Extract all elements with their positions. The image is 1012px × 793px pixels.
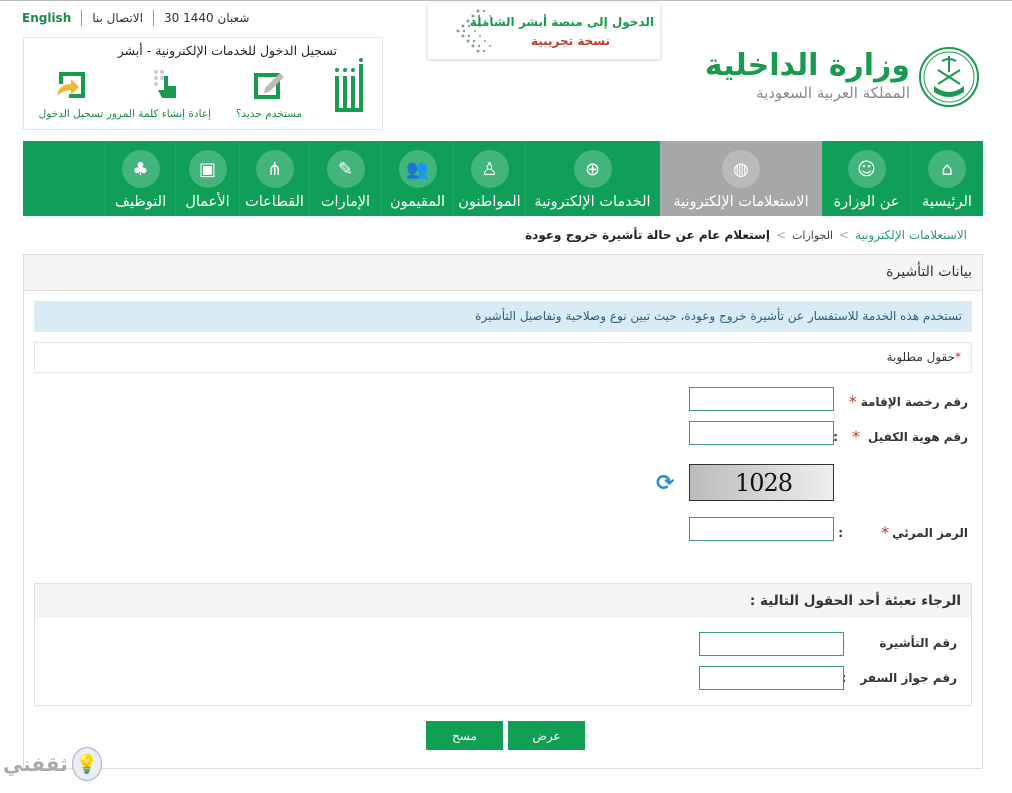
nav-label: الاستعلامات الإلكترونية xyxy=(673,194,809,210)
reset-password-link[interactable]: إعادة إنشاء كلمة المرور xyxy=(106,68,211,120)
show-button[interactable]: عرض xyxy=(508,721,585,750)
contact-link[interactable]: الاتصال بنا xyxy=(92,11,143,25)
sectors-icon: ⋔ xyxy=(255,150,294,188)
absher-platform-banner[interactable]: الدخول إلى منصة أبشر الشاملة نسخة تجريبي… xyxy=(428,3,660,59)
nav-label: المواطنون xyxy=(458,194,521,210)
new-user-label: مستخدم جديد؟ xyxy=(235,108,303,120)
divider xyxy=(81,10,83,26)
required-star: * xyxy=(955,350,961,364)
citizen-icon: ♙ xyxy=(470,150,509,188)
nav-e-services[interactable]: ⊕ الخدمات الإلكترونية xyxy=(525,141,659,216)
captcha-label: الرمز المرئي xyxy=(892,525,968,540)
nav-label: عن الوزارة xyxy=(833,194,900,210)
nav-about[interactable]: ☺ عن الوزارة xyxy=(822,141,910,216)
absher-login-box: تسجيل الدخول للخدمات الإلكترونية - أبشر … xyxy=(23,37,383,130)
required-star: * xyxy=(848,392,857,411)
optional-fields-panel: الرجاء تعبئة أحد الحقول التالية : رقم ال… xyxy=(34,583,972,706)
absher-logo-icon xyxy=(335,58,363,112)
chevron-dots-icon xyxy=(456,9,491,53)
info-alert: تستخدم هذه الخدمة للاستفسار عن تأشيرة خر… xyxy=(34,301,972,332)
edit-icon xyxy=(254,73,284,99)
breadcrumb-current: إستعلام عام عن حالة تأشيرة خروج وعودة xyxy=(525,228,770,242)
globe-icon: ⊕ xyxy=(573,150,612,188)
sponsor-id-label: رقم هوية الكفيل xyxy=(867,429,968,444)
iqama-label: رقم رخصة الإقامة xyxy=(860,394,968,409)
nav-emirates[interactable]: ✎ الإمارات xyxy=(309,141,381,216)
emblem-icon: ☺ xyxy=(847,150,886,188)
breadcrumb: الاستعلامات الإلكترونية > الجوازات > إست… xyxy=(525,228,967,242)
nav-label: الإمارات xyxy=(320,194,371,210)
passport-number-input[interactable] xyxy=(699,666,844,690)
breadcrumb-separator: > xyxy=(776,228,787,242)
new-user-link[interactable]: مستخدم جديد؟ xyxy=(224,68,314,120)
login-link[interactable]: تسجيل الدخول xyxy=(26,68,116,120)
visa-number-input[interactable] xyxy=(699,632,844,656)
captcha-image: 1028 xyxy=(689,464,834,501)
nav-label: القطاعات xyxy=(245,194,304,210)
nav-label: التوظيف xyxy=(114,194,167,210)
residents-icon: 👥 xyxy=(398,150,437,188)
nav-employment[interactable]: ♣ التوظيف xyxy=(105,141,175,216)
required-star: * xyxy=(881,523,890,542)
iqama-input[interactable] xyxy=(689,387,834,411)
captcha-input[interactable] xyxy=(689,517,834,541)
clear-button[interactable]: مسح xyxy=(426,721,503,750)
ministry-logo[interactable]: وزارة الداخلية المملكة العربية السعودية xyxy=(705,46,980,108)
visa-number-label-row: رقم التأشيرة : xyxy=(841,636,957,650)
nav-e-inquiries[interactable]: ◍ الاستعلامات الإلكترونية xyxy=(659,141,822,216)
absher-title: تسجيل الدخول للخدمات الإلكترونية - أبشر xyxy=(117,43,337,58)
country-name: المملكة العربية السعودية xyxy=(756,84,910,102)
breadcrumb-separator: > xyxy=(839,228,850,242)
nav-sectors[interactable]: ⋔ القطاعات xyxy=(239,141,309,216)
sponsor-id-input[interactable] xyxy=(689,421,834,445)
visa-number-label: رقم التأشيرة xyxy=(879,636,957,650)
passport-number-label-row: رقم جواز السفر : xyxy=(842,671,957,685)
globe-cursor-icon: ◍ xyxy=(722,150,760,188)
nav-residents[interactable]: 👥 المقيمون xyxy=(381,141,453,216)
breadcrumb-passports[interactable]: الجوازات xyxy=(792,229,833,242)
lightbulb-icon: 💡 xyxy=(71,747,102,781)
login-icon xyxy=(57,72,85,98)
home-icon: ⌂ xyxy=(928,150,966,188)
login-label: تسجيل الدخول xyxy=(38,108,104,120)
optional-fields-title: الرجاء تعبئة أحد الحقول التالية : xyxy=(35,584,971,618)
ministry-name: وزارة الداخلية xyxy=(704,48,910,83)
refresh-captcha-icon[interactable]: ⟳ xyxy=(656,471,674,496)
top-links: English الاتصال بنا 30 شعبان 1440 xyxy=(22,10,249,26)
watermark-text: ثقفني xyxy=(3,752,68,776)
visa-form-panel: بيانات التأشيرة تستخدم هذه الخدمة للاستف… xyxy=(23,254,983,769)
required-note-text: حقول مطلوبة xyxy=(886,350,955,364)
panel-title: بيانات التأشيرة xyxy=(24,255,982,291)
passport-number-label: رقم جواز السفر xyxy=(860,671,957,685)
divider xyxy=(152,10,154,26)
captcha-label-row: الرمز المرئي * : xyxy=(838,523,968,542)
nav-citizens[interactable]: ♙ المواطنون xyxy=(453,141,525,216)
employment-icon: ♣ xyxy=(121,150,160,188)
hijri-date: 30 شعبان 1440 xyxy=(163,11,250,25)
nav-business[interactable]: ▣ الأعمال xyxy=(175,141,239,216)
main-nav: ⌂ الرئيسية ☺ عن الوزارة ◍ الاستعلامات ال… xyxy=(23,141,983,216)
emirates-icon: ✎ xyxy=(326,150,365,188)
iqama-label-row: رقم رخصة الإقامة * : xyxy=(830,392,968,411)
touch-keypad-icon xyxy=(154,70,176,98)
saudi-emblem-icon xyxy=(919,47,979,107)
banner-line1: الدخول إلى منصة أبشر الشاملة xyxy=(469,15,654,29)
reset-password-label: إعادة إنشاء كلمة المرور xyxy=(106,108,211,120)
nav-home[interactable]: ⌂ الرئيسية xyxy=(910,141,983,216)
required-note: *حقول مطلوبة xyxy=(34,342,972,373)
nav-label: الأعمال xyxy=(185,194,230,210)
sponsor-id-label-row: رقم هوية الكفيل * : xyxy=(833,427,968,446)
language-link[interactable]: English xyxy=(22,11,71,25)
nav-label: الرئيسية xyxy=(922,194,972,210)
colon: : xyxy=(838,525,844,540)
banner-line2: نسخة تجريبية xyxy=(530,34,610,48)
nav-label: المقيمون xyxy=(389,194,446,210)
watermark: ثقفني 💡 xyxy=(3,747,102,781)
required-star: * xyxy=(851,427,860,446)
breadcrumb-e-inquiries[interactable]: الاستعلامات الإلكترونية xyxy=(855,228,967,242)
briefcase-icon: ▣ xyxy=(188,150,227,188)
nav-label: الخدمات الإلكترونية xyxy=(534,194,651,210)
